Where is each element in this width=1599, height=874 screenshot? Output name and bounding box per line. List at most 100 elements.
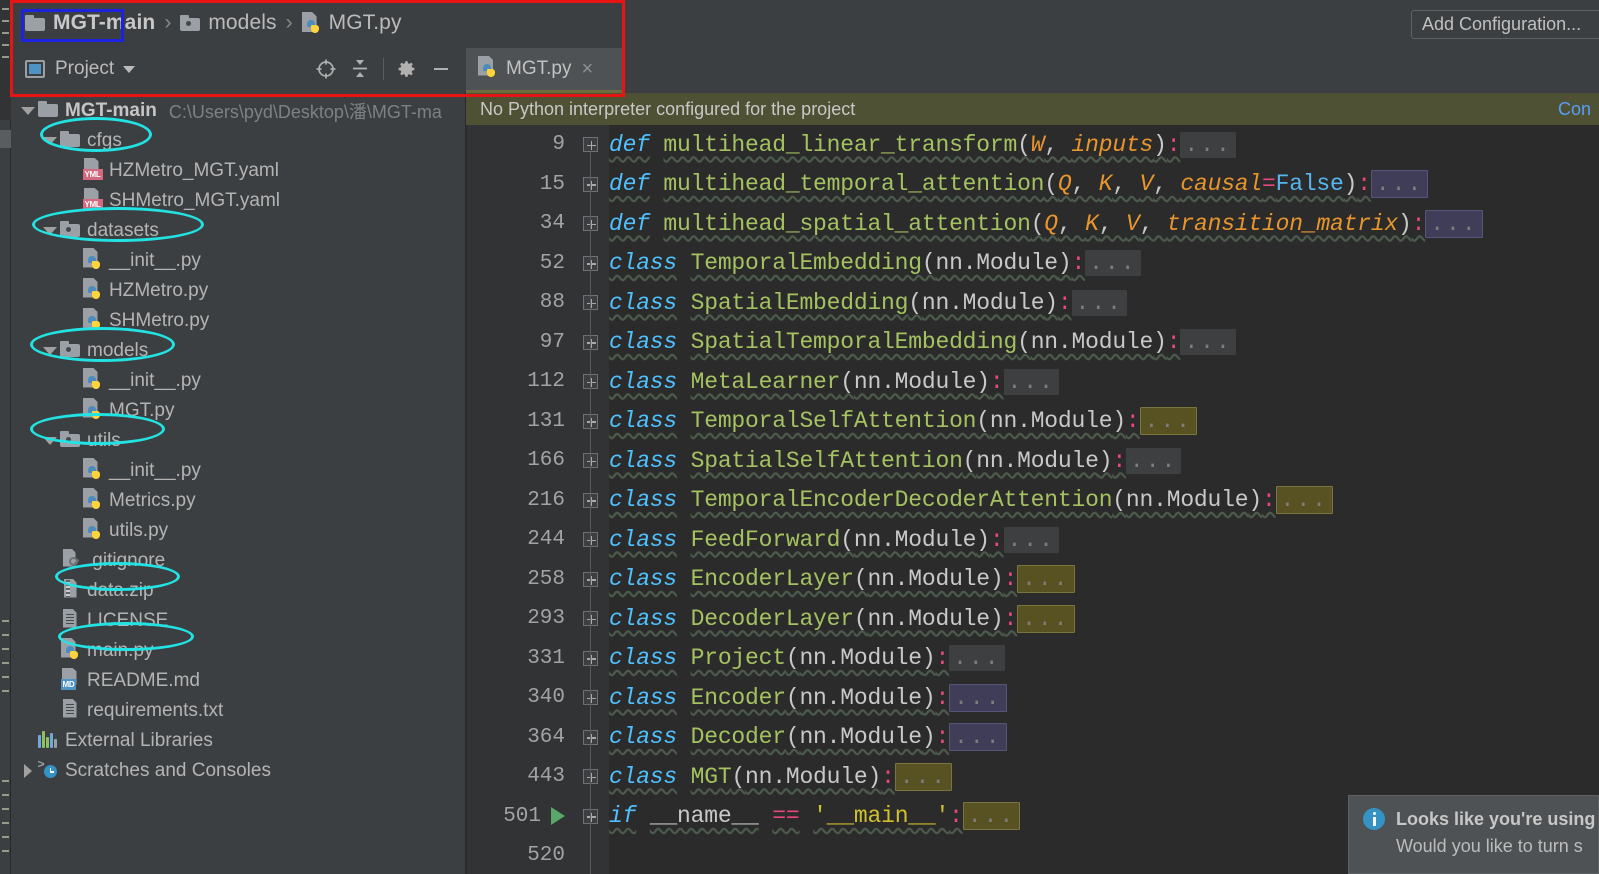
gutter-line[interactable]: 88 — [466, 283, 579, 323]
code-line[interactable]: class TemporalEmbedding(nn.Module):... — [609, 244, 1599, 284]
collapsed-code-marker[interactable]: ... — [1003, 368, 1059, 395]
tree-row[interactable]: requirements.txt — [11, 696, 465, 726]
gutter-line[interactable]: 501 — [466, 797, 579, 837]
collapsed-code-marker[interactable]: ... — [1085, 250, 1141, 277]
collapsed-code-marker[interactable]: ... — [962, 802, 1021, 831]
code-line[interactable]: def multihead_spatial_attention(Q, K, V,… — [609, 204, 1599, 244]
collapsed-code-marker[interactable]: ... — [1003, 526, 1059, 553]
gutter-line[interactable]: 9 — [466, 125, 579, 165]
code-line[interactable]: class MGT(nn.Module):... — [609, 757, 1599, 797]
tree-row[interactable]: __init__.py — [11, 246, 465, 276]
code-line[interactable]: class TemporalSelfAttention(nn.Module):.… — [609, 402, 1599, 442]
gutter-line[interactable]: 331 — [466, 639, 579, 679]
code-line[interactable]: class MetaLearner(nn.Module):... — [609, 362, 1599, 402]
chevron-down-icon[interactable] — [123, 65, 136, 73]
collapsed-code-marker[interactable]: ... — [1139, 407, 1197, 436]
tree-row[interactable]: LICENSE — [11, 606, 465, 636]
fold-column[interactable] — [579, 125, 609, 874]
tree-row[interactable]: YML SHMetro_MGT.yaml — [11, 186, 465, 216]
code-line[interactable]: class Project(nn.Module):... — [609, 639, 1599, 679]
chevron-down-icon[interactable] — [19, 96, 36, 126]
run-icon[interactable] — [551, 807, 565, 826]
code-line[interactable]: class SpatialTemporalEmbedding(nn.Module… — [609, 323, 1599, 363]
collapsed-code-marker[interactable]: ... — [949, 723, 1007, 752]
minimize-icon[interactable] — [424, 52, 458, 86]
tree-row[interactable]: HZMetro.py — [11, 276, 465, 306]
tree-row[interactable]: main.py — [11, 636, 465, 666]
gutter-line[interactable]: 293 — [466, 599, 579, 639]
chevron-right-icon[interactable] — [19, 756, 36, 786]
notification-popup[interactable]: Looks like you're using Would you like t… — [1348, 795, 1599, 874]
collapsed-code-marker[interactable]: ... — [1180, 131, 1236, 158]
tree-row[interactable]: datasets — [11, 216, 465, 246]
tree-row[interactable]: MGT-main C:\Users\pyd\Desktop\潘\MGT-ma — [11, 96, 465, 126]
code-line[interactable]: class SpatialSelfAttention(nn.Module):..… — [609, 441, 1599, 481]
chevron-down-icon[interactable] — [41, 126, 58, 156]
chevron-down-icon[interactable] — [41, 336, 58, 366]
code-content[interactable]: def multihead_linear_transform(W, inputs… — [609, 125, 1599, 874]
gutter-line[interactable]: 52 — [466, 244, 579, 284]
code-line[interactable]: class Encoder(nn.Module):... — [609, 678, 1599, 718]
code-line[interactable]: class FeedForward(nn.Module):... — [609, 520, 1599, 560]
collapsed-code-marker[interactable]: ... — [1017, 565, 1075, 594]
collapsed-code-marker[interactable]: ... — [1275, 486, 1333, 515]
collapsed-code-marker[interactable]: ... — [1180, 329, 1236, 356]
code-line[interactable]: class SpatialEmbedding(nn.Module):... — [609, 283, 1599, 323]
gutter-line[interactable]: 340 — [466, 678, 579, 718]
editor-tab-mgt-py[interactable]: MGT.py × — [466, 48, 623, 93]
tree-row[interactable]: cfgs — [11, 126, 465, 156]
left-tool-strip[interactable] — [0, 0, 11, 874]
close-icon[interactable]: × — [581, 59, 593, 79]
code-line[interactable]: class DecoderLayer(nn.Module):... — [609, 599, 1599, 639]
collapsed-code-marker[interactable]: ... — [1425, 209, 1483, 238]
tree-row[interactable]: YML HZMetro_MGT.yaml — [11, 156, 465, 186]
gear-icon[interactable] — [390, 52, 424, 86]
tree-row[interactable]: >_ Scratches and Consoles — [11, 756, 465, 786]
add-configuration-button[interactable]: Add Configuration... — [1411, 10, 1599, 39]
tree-row[interactable]: __init__.py — [11, 366, 465, 396]
gutter-line[interactable]: 112 — [466, 362, 579, 402]
code-editor[interactable]: 9 15 34 52 88 97 112 131 166 216 244 258 293 331 340 36… — [466, 125, 1599, 874]
project-title-group[interactable]: Project — [11, 58, 309, 80]
configure-interpreter-link[interactable]: Con — [1558, 99, 1591, 120]
gutter-line[interactable]: 443 — [466, 757, 579, 797]
gutter-line[interactable]: 258 — [466, 560, 579, 600]
gutter-line[interactable]: 364 — [466, 718, 579, 758]
tree-row[interactable]: models — [11, 336, 465, 366]
code-line[interactable]: def multihead_linear_transform(W, inputs… — [609, 125, 1599, 165]
editor-gutter[interactable]: 9 15 34 52 88 97 112 131 166 216 244 258 293 331 340 36… — [466, 125, 579, 874]
tree-row[interactable]: utils.py — [11, 516, 465, 546]
project-tree[interactable]: MGT-main C:\Users\pyd\Desktop\潘\MGT-ma cfg… — [11, 92, 466, 874]
tree-row[interactable]: data.zip — [11, 576, 465, 606]
tree-row[interactable]: .gitignore — [11, 546, 465, 576]
chevron-down-icon[interactable] — [41, 426, 58, 456]
gutter-line[interactable]: 15 — [466, 165, 579, 205]
gutter-line[interactable]: 34 — [466, 204, 579, 244]
collapsed-code-marker[interactable]: ... — [894, 762, 953, 791]
collapsed-code-marker[interactable]: ... — [1125, 447, 1182, 474]
gutter-line[interactable]: 520 — [466, 836, 579, 874]
code-line[interactable]: class EncoderLayer(nn.Module):... — [609, 560, 1599, 600]
tree-row[interactable]: __init__.py — [11, 456, 465, 486]
gutter-line[interactable]: 166 — [466, 441, 579, 481]
breadcrumb-item-models[interactable]: models — [180, 0, 277, 46]
collapsed-code-marker[interactable]: ... — [949, 645, 1005, 672]
code-line[interactable]: def multihead_temporal_attention(Q, K, V… — [609, 165, 1599, 205]
breadcrumb-item-project[interactable]: MGT-main — [25, 0, 155, 46]
tree-row[interactable]: MGT.py — [11, 396, 465, 426]
breadcrumb-item-file[interactable]: MGT.py — [301, 0, 402, 46]
collapsed-code-marker[interactable]: ... — [1017, 604, 1075, 633]
collapsed-code-marker[interactable]: ... — [1071, 289, 1127, 316]
gutter-line[interactable]: 97 — [466, 323, 579, 363]
tree-row[interactable]: SHMetro.py — [11, 306, 465, 336]
tree-row[interactable]: utils — [11, 426, 465, 456]
gutter-line[interactable]: 244 — [466, 520, 579, 560]
collapsed-code-marker[interactable]: ... — [1370, 170, 1429, 199]
tree-row[interactable]: Metrics.py — [11, 486, 465, 516]
collapse-all-icon[interactable] — [343, 52, 377, 86]
tree-row[interactable]: External Libraries — [11, 726, 465, 756]
chevron-down-icon[interactable] — [41, 216, 58, 246]
collapsed-code-marker[interactable]: ... — [949, 683, 1007, 712]
gutter-line[interactable]: 131 — [466, 402, 579, 442]
code-line[interactable]: class Decoder(nn.Module):... — [609, 718, 1599, 758]
